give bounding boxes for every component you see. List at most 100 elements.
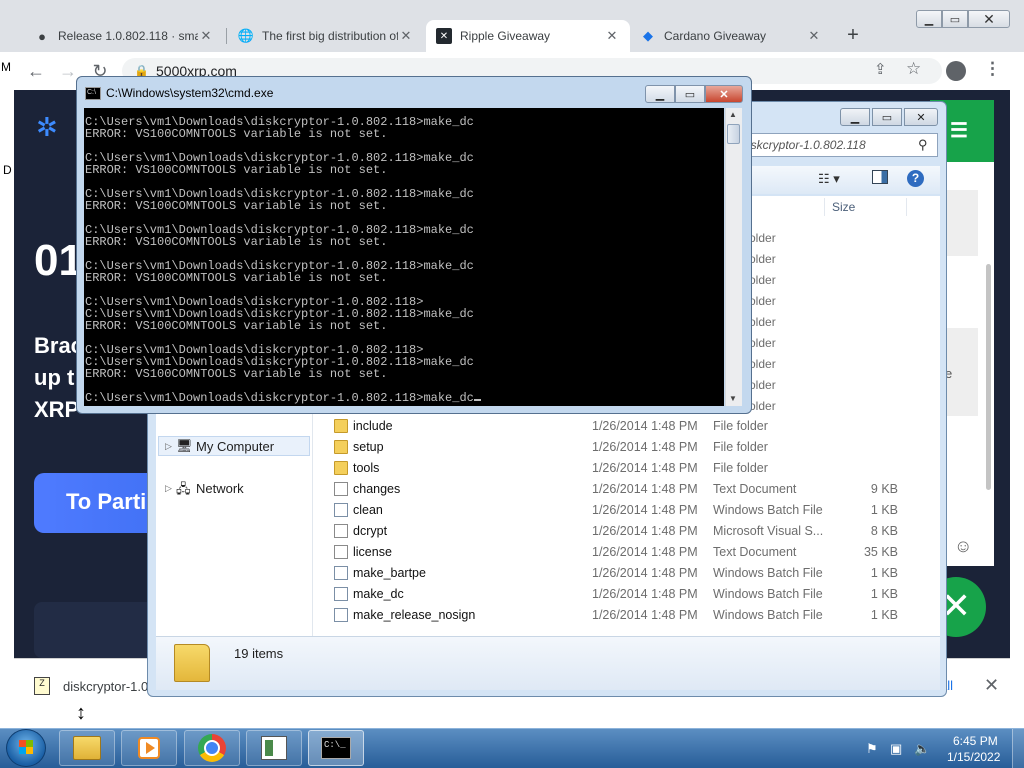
cmd-close-button[interactable]: ✕	[705, 85, 743, 103]
file-type-partial: older	[749, 294, 776, 308]
file-name[interactable]: tools	[353, 461, 379, 475]
clock-date[interactable]: 1/15/2022	[947, 750, 1000, 764]
ripple-icon: ✕	[436, 28, 452, 44]
file-name[interactable]: clean	[353, 503, 383, 517]
file-size: 35 KB	[863, 545, 898, 559]
column-separator[interactable]	[824, 198, 825, 216]
cmd-icon: C:\_	[321, 737, 351, 759]
tab-close-icon[interactable]: ✕	[398, 28, 414, 44]
kebab-menu-icon[interactable]: ⋮	[984, 59, 1001, 79]
cmd-scrollbar[interactable]	[725, 108, 742, 406]
file-name[interactable]: make_bartpe	[353, 566, 426, 580]
search-placeholder[interactable]: iskcryptor-1.0.802.118	[748, 138, 866, 152]
preview-pane-icon[interactable]	[872, 170, 888, 184]
expand-arrow-icon[interactable]: ▷	[165, 483, 172, 494]
file-name[interactable]: changes	[353, 482, 400, 496]
action-center-flag-icon[interactable]: ⚑	[866, 741, 878, 757]
hamburger-menu-icon[interactable]: ☰	[950, 118, 968, 143]
bookmark-star-icon[interactable]: ☆	[906, 59, 921, 79]
tab-separator	[226, 28, 227, 44]
profile-icon[interactable]	[946, 61, 966, 81]
batch-file-icon	[334, 587, 348, 601]
cmd-maximize-button[interactable]: ▭	[675, 85, 705, 103]
file-name[interactable]: make_release_nosign	[353, 608, 475, 622]
expand-arrow-icon[interactable]: ▷	[165, 441, 172, 452]
maximize-button[interactable]: ▭	[942, 10, 968, 28]
cmd-minimize-button[interactable]: ▁	[645, 85, 675, 103]
explorer-maximize-button[interactable]: ▭	[872, 108, 902, 126]
minimize-button[interactable]: ▁	[916, 10, 942, 28]
tab-cardano-giveaway[interactable]: ◆ Cardano Giveaway ✕	[630, 20, 832, 52]
tab-distribution[interactable]: 🌐 The first big distribution of ✕	[228, 20, 424, 52]
tab-close-icon[interactable]: ✕	[198, 28, 214, 44]
file-type: Windows Batch File	[713, 587, 823, 601]
close-button[interactable]: ✕	[968, 10, 1010, 28]
tab-label: The first big distribution of	[262, 29, 398, 43]
cmd-scroll-thumb[interactable]	[727, 124, 740, 144]
desktop-edge-text: D	[3, 163, 12, 177]
file-date: 1/26/2014 1:48 PM	[592, 419, 698, 433]
file-type: Windows Batch File	[713, 566, 823, 580]
archive-file-icon[interactable]: Z	[34, 677, 50, 695]
clock-time[interactable]: 6:45 PM	[953, 734, 998, 748]
cmd-window-title: C:\Windows\system32\cmd.exe	[106, 86, 274, 100]
file-name[interactable]: include	[353, 419, 393, 433]
file-name[interactable]: license	[353, 545, 392, 559]
file-type: Microsoft Visual S...	[713, 524, 824, 538]
tab-ripple-giveaway[interactable]: ✕ Ripple Giveaway ✕	[426, 20, 630, 52]
back-button[interactable]: ←	[24, 59, 48, 83]
github-icon: ●	[38, 28, 46, 44]
network-tray-icon[interactable]: ▣	[890, 741, 902, 757]
tab-release[interactable]: ● Release 1.0.802.118 · smartc ✕	[24, 20, 224, 52]
computer-icon: 🖥	[176, 438, 193, 453]
file-date: 1/26/2014 1:48 PM	[592, 461, 698, 475]
tab-close-icon[interactable]: ✕	[604, 28, 620, 44]
file-name[interactable]: dcrypt	[353, 524, 387, 538]
desktop-edge-text: M	[1, 60, 11, 74]
scroll-up-arrow-icon[interactable]: ▲	[729, 110, 737, 119]
file-date: 1/26/2014 1:48 PM	[592, 524, 698, 538]
column-separator[interactable]	[906, 198, 907, 216]
column-header-size[interactable]: Size	[832, 200, 855, 214]
document-window-icon	[261, 736, 287, 760]
scroll-down-arrow-icon[interactable]: ▼	[729, 394, 737, 403]
file-type-partial: older	[749, 336, 776, 350]
file-size: 9 KB	[870, 482, 898, 496]
file-type: File folder	[713, 419, 768, 433]
text-document-icon	[334, 482, 348, 496]
nav-label-network[interactable]: Network	[196, 481, 244, 496]
search-icon[interactable]: ⚲	[918, 137, 928, 153]
explorer-minimize-button[interactable]: ▁	[840, 108, 870, 126]
file-name[interactable]: make_dc	[353, 587, 404, 601]
cardano-icon: ◆	[643, 28, 653, 43]
nav-label-my-computer[interactable]: My Computer	[196, 439, 274, 454]
file-type: File folder	[713, 440, 768, 454]
download-bar-close-icon[interactable]: ✕	[984, 675, 999, 696]
new-tab-button[interactable]: +	[842, 24, 864, 46]
volume-icon[interactable]: 🔈	[914, 741, 930, 757]
file-name[interactable]: setup	[353, 440, 384, 454]
file-type-partial: older	[749, 252, 776, 266]
cmd-console[interactable]: C:\Users\vm1\Downloads\diskcryptor-1.0.8…	[84, 108, 724, 406]
tab-label: Cardano Giveaway	[664, 29, 767, 43]
download-filename[interactable]: diskcryptor-1.0	[63, 679, 148, 694]
network-icon: 🖧	[176, 481, 191, 496]
share-icon[interactable]: ⇪	[874, 60, 887, 78]
file-size: 1 KB	[870, 608, 898, 622]
file-size: 8 KB	[870, 524, 898, 538]
text-document-icon	[334, 545, 348, 559]
file-type: File folder	[713, 461, 768, 475]
change-view-icon[interactable]: ☷ ▾	[818, 171, 840, 187]
file-size: 1 KB	[870, 566, 898, 580]
help-icon[interactable]: ?	[907, 170, 924, 187]
show-desktop-button[interactable]	[1012, 729, 1024, 768]
file-type-partial: older	[749, 357, 776, 371]
emoji-icon[interactable]: ☺	[954, 536, 972, 557]
tab-close-icon[interactable]: ✕	[806, 28, 822, 44]
explorer-close-button[interactable]: ✕	[904, 108, 938, 126]
chat-scrollbar[interactable]	[986, 264, 991, 490]
chrome-icon	[198, 734, 226, 762]
cmd-icon[interactable]: C:\	[85, 87, 101, 100]
batch-file-icon	[334, 566, 348, 580]
ripple-logo-icon[interactable]: ✲	[36, 112, 70, 146]
